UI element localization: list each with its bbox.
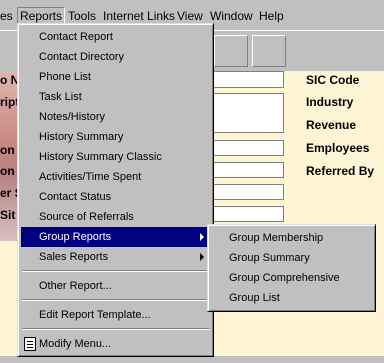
menu-tools[interactable]: Tools: [68, 9, 96, 24]
menu-item-notes-history[interactable]: Notes/History: [21, 107, 210, 127]
document-icon: [24, 337, 36, 351]
submenu-arrow-icon: [200, 233, 204, 241]
menu-item-sales-reports[interactable]: Sales Reports: [21, 247, 210, 267]
form-input[interactable]: [208, 93, 284, 133]
menu-separator: [22, 270, 209, 272]
form-label-fragment: on: [0, 164, 15, 178]
submenu-item-group-list[interactable]: Group List: [211, 288, 372, 308]
menu-item-history-summary-classic[interactable]: History Summary Classic: [21, 147, 210, 167]
menu-item-history-summary[interactable]: History Summary: [21, 127, 210, 147]
form-label-fragment: on: [0, 143, 15, 157]
menu-item-contact-report[interactable]: Contact Report: [21, 27, 210, 47]
menu-item-contact-status[interactable]: Contact Status: [21, 187, 210, 207]
form-label-revenue: Revenue: [306, 118, 357, 132]
form-label-employees: Employees: [306, 141, 370, 155]
form-input[interactable]: [208, 206, 284, 222]
menu-internet-links[interactable]: Internet Links: [103, 9, 175, 24]
menu-separator: [22, 299, 209, 301]
menu-item-edit-report-template[interactable]: Edit Report Template...: [21, 305, 210, 325]
submenu-item-group-membership[interactable]: Group Membership: [211, 228, 372, 248]
menu-item-phone-list[interactable]: Phone List: [21, 67, 210, 87]
menu-item-contact-directory[interactable]: Contact Directory: [21, 47, 210, 67]
form-label-industry: Industry: [306, 95, 354, 109]
form-input[interactable]: [208, 71, 284, 88]
form-input[interactable]: [208, 140, 284, 156]
menu-item-activities-time-spent[interactable]: Activities/Time Spent: [21, 167, 210, 187]
form-input[interactable]: [208, 184, 284, 200]
form-label-referred-by: Referred By: [306, 164, 375, 178]
form-label-sic-code: SIC Code: [306, 73, 360, 87]
toolbar-button[interactable]: [252, 35, 286, 67]
menu-item-modify-menu[interactable]: Modify Menu...: [21, 334, 210, 354]
submenu-item-group-comprehensive[interactable]: Group Comprehensive: [211, 268, 372, 288]
reports-menu: Contact Report Contact Directory Phone L…: [17, 23, 214, 357]
form-input[interactable]: [208, 162, 284, 178]
submenu-arrow-icon: [200, 253, 204, 261]
menu-partial-item[interactable]: es: [0, 9, 13, 24]
menu-item-source-of-referrals[interactable]: Source of Referrals: [21, 207, 210, 227]
form-label-fragment: Sit: [0, 208, 16, 222]
toolbar-button[interactable]: [214, 35, 248, 67]
menu-separator: [22, 328, 209, 330]
menu-item-task-list[interactable]: Task List: [21, 87, 210, 107]
menu-item-other-report[interactable]: Other Report...: [21, 276, 210, 296]
submenu-item-group-summary[interactable]: Group Summary: [211, 248, 372, 268]
group-reports-submenu: Group Membership Group Summary Group Com…: [207, 224, 376, 312]
menu-view[interactable]: View: [177, 9, 203, 24]
menu-window[interactable]: Window: [210, 9, 253, 24]
menu-item-group-reports[interactable]: Group Reports: [21, 227, 210, 247]
menu-help[interactable]: Help: [259, 9, 284, 24]
